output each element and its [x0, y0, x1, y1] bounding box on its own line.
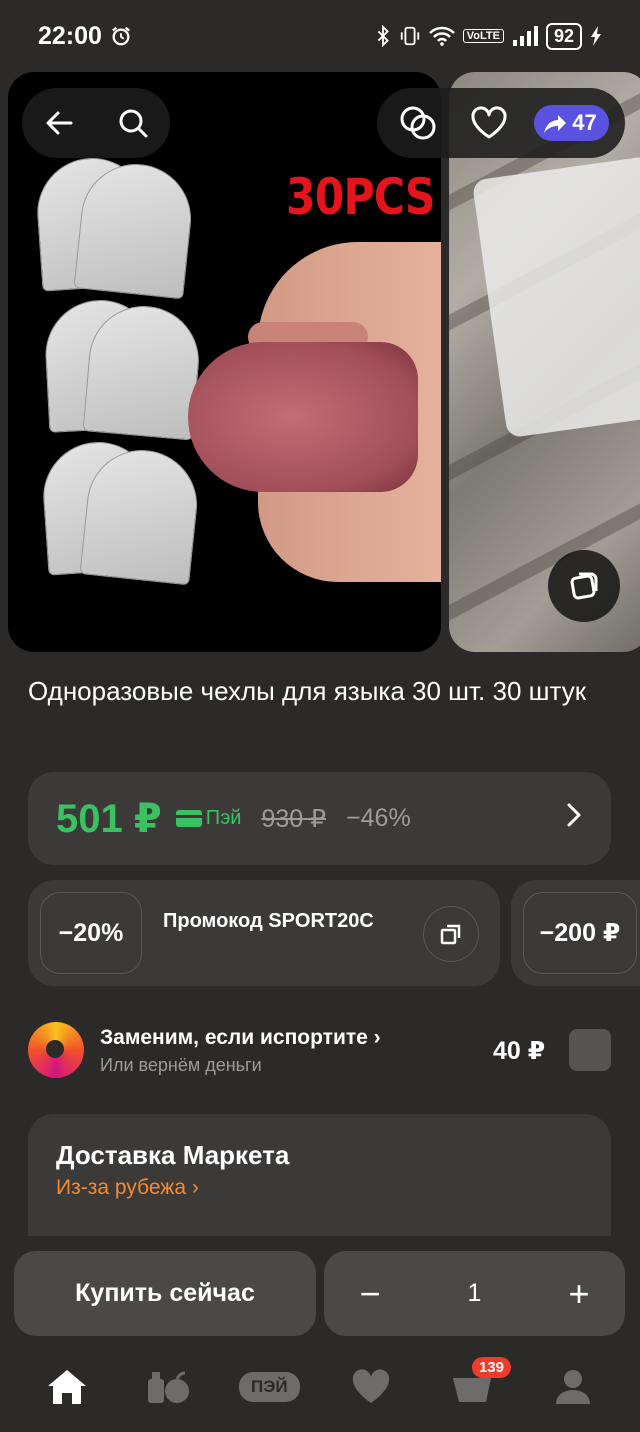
top-actions-pill: 47 — [377, 88, 625, 158]
product-photo-main[interactable]: 30PCS — [8, 72, 441, 652]
photo-caption: 30PCS — [286, 168, 435, 226]
top-nav-pill — [22, 88, 170, 158]
delivery-subtitle-text: Из-за рубежа — [56, 1176, 186, 1199]
search-icon — [119, 109, 148, 138]
nav-favorites[interactable] — [341, 1357, 401, 1417]
alarm-icon — [112, 26, 130, 46]
status-bar: 22:00 VoLTE 92 — [0, 0, 640, 72]
promo-card-next[interactable]: −200 ₽ — [511, 880, 640, 986]
arrow-left-icon — [46, 111, 73, 135]
protection-logo-icon — [28, 1022, 84, 1078]
product-title: Одноразовые чехлы для языка 30 шт. 30 шт… — [28, 676, 587, 706]
chevron-right-small-icon: › — [373, 1026, 381, 1049]
cart-count-badge: 139 — [471, 1357, 511, 1378]
compare-icon — [400, 106, 436, 140]
old-price: 930 ₽ — [261, 804, 327, 833]
share-arrow-icon — [544, 115, 567, 133]
chevron-right-small-icon: › — [191, 1176, 199, 1199]
battery-level: 92 — [545, 22, 582, 50]
nav-profile[interactable] — [543, 1357, 603, 1417]
share-button[interactable]: 47 — [534, 105, 609, 141]
promo-next-badge: −200 ₽ — [523, 892, 637, 974]
share-count: 47 — [572, 110, 597, 135]
increase-button[interactable]: + — [559, 1273, 599, 1314]
compare-button[interactable] — [393, 98, 443, 148]
bluetooth-icon — [377, 25, 389, 47]
protection-title[interactable]: Заменим, если испортите › — [100, 1026, 381, 1050]
promo-discount-badge: −20% — [40, 892, 142, 974]
decrease-button[interactable]: − — [350, 1273, 390, 1314]
copy-promo-button[interactable] — [423, 906, 479, 962]
protection-price: 40 ₽ — [493, 1037, 546, 1065]
protection-checkbox[interactable] — [569, 1029, 611, 1071]
discount-percent: −46% — [346, 804, 411, 832]
quantity-value: 1 — [467, 1279, 482, 1307]
wifi-icon — [428, 26, 455, 46]
quantity-stepper: − 1 + — [324, 1251, 625, 1336]
status-right: VoLTE 92 — [375, 22, 602, 50]
delivery-title: Доставка Маркета — [56, 1140, 290, 1170]
protection-title-text: Заменим, если испортите — [100, 1026, 368, 1049]
current-price: 501 ₽ — [56, 796, 162, 841]
pay-nav-label: ПЭЙ — [239, 1372, 300, 1402]
profile-icon — [556, 1370, 591, 1404]
nav-home[interactable] — [37, 1357, 97, 1417]
gallery-icon — [570, 572, 598, 600]
nav-catalog[interactable] — [138, 1357, 198, 1417]
pay-badge: Пэй — [175, 807, 242, 830]
card-icon — [175, 810, 202, 827]
protection-subtitle: Или вернём деньги — [100, 1055, 262, 1075]
copy-icon — [440, 924, 461, 945]
volte-badge: VoLTE — [462, 29, 504, 43]
catalog-icon — [147, 1371, 189, 1403]
signal-icon — [512, 26, 538, 46]
buy-now-button[interactable]: Купить сейчас — [14, 1251, 316, 1336]
promo-code-text: Промокод SPORT20C — [163, 910, 374, 932]
favorite-button[interactable] — [464, 98, 514, 148]
status-time: 22:00 — [38, 21, 102, 50]
protection-row[interactable]: Заменим, если испортите › Или вернём ден… — [28, 1020, 611, 1080]
charging-icon — [591, 26, 601, 46]
pay-label: Пэй — [205, 807, 242, 829]
heart-filled-icon — [352, 1369, 389, 1403]
back-button[interactable] — [34, 98, 84, 148]
promo-card[interactable]: −20% Промокод SPORT20C — [28, 880, 500, 986]
home-icon — [47, 1370, 86, 1404]
vibrate-icon — [400, 26, 419, 46]
status-left: 22:00 — [38, 22, 132, 51]
product-gallery[interactable]: 30PCS — [0, 72, 640, 654]
photo-tongue — [188, 342, 418, 492]
photo-bag — [471, 155, 640, 439]
search-button[interactable] — [108, 98, 158, 148]
bottom-navigation: ПЭЙ 139 — [0, 1342, 640, 1432]
heart-icon — [471, 106, 507, 139]
delivery-subtitle[interactable]: Из-за рубежа › — [56, 1176, 199, 1200]
nav-pay[interactable]: ПЭЙ — [239, 1357, 300, 1417]
chevron-right-icon — [565, 802, 583, 836]
delivery-card[interactable]: Доставка Маркета Из-за рубежа › — [28, 1114, 611, 1244]
price-card[interactable]: 501 ₽ Пэй 930 ₽ −46% — [28, 772, 611, 865]
nav-cart[interactable]: 139 — [442, 1357, 511, 1417]
gallery-view-button[interactable] — [548, 550, 620, 622]
